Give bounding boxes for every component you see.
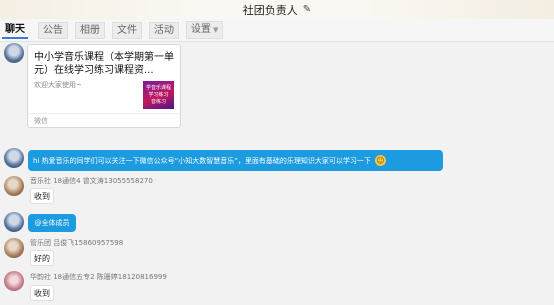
message-bubble[interactable]: 好的 bbox=[30, 250, 54, 266]
pencil-icon[interactable]: ✎ bbox=[303, 4, 311, 15]
avatar[interactable] bbox=[4, 238, 24, 258]
avatar[interactable] bbox=[4, 271, 24, 291]
shared-link-card[interactable]: 中小学音乐课程（本学期第一单元）在线学习练习课程资... 欢迎大家使用~ 学音乐… bbox=[27, 44, 181, 128]
tab-album[interactable]: 相册 bbox=[75, 21, 105, 39]
sender-name: 音乐社 18通信4 曾文涛13055558270 bbox=[30, 177, 153, 185]
message-text: @全体成员 bbox=[34, 219, 70, 227]
message-text: 好的 bbox=[34, 253, 50, 263]
group-title: 社团负责人 bbox=[242, 3, 298, 17]
message-bubble[interactable]: @全体成员 bbox=[28, 214, 76, 232]
avatar[interactable] bbox=[4, 212, 24, 232]
message-bubble[interactable]: 收到 bbox=[30, 285, 54, 301]
message-text: 收到 bbox=[34, 191, 50, 201]
card-source: 微信 bbox=[34, 117, 48, 125]
tab-activities[interactable]: 活动 bbox=[149, 21, 179, 39]
message-bubble[interactable]: hi 热爱音乐的同学们可以关注一下微信公众号“小知大数智慧音乐”，里面有基础的乐… bbox=[28, 150, 443, 171]
tab-settings-label: 设置 bbox=[191, 24, 211, 35]
thumb-text: 学习练习 bbox=[148, 91, 169, 98]
tab-files[interactable]: 文件 bbox=[112, 21, 142, 39]
message-text: hi 热爱音乐的同学们可以关注一下微信公众号“小知大数智慧音乐”，里面有基础的乐… bbox=[33, 156, 371, 165]
tab-announcements[interactable]: 公告 bbox=[38, 21, 68, 39]
tab-settings[interactable]: 设置 ▼ bbox=[186, 21, 224, 39]
message-bubble[interactable]: 收到 bbox=[30, 188, 54, 204]
avatar[interactable] bbox=[4, 176, 24, 196]
card-title: 中小学音乐课程（本学期第一单元）在线学习练习课程资... bbox=[34, 52, 174, 76]
window-titlebar: 社团负责人 ✎ bbox=[0, 0, 554, 19]
tab-chat[interactable]: 聊天 bbox=[2, 22, 28, 39]
sender-name: 管乐团 吕俊飞15860957598 bbox=[30, 239, 124, 247]
avatar[interactable] bbox=[4, 148, 24, 168]
card-thumbnail: 学音乐课程 学习练习 音练习 bbox=[143, 81, 174, 109]
tab-bar: 聊天 公告 相册 文件 活动 设置 ▼ bbox=[0, 19, 554, 42]
chevron-down-icon: ▼ bbox=[213, 26, 219, 34]
sender-name: 华韵社 18通信五专2 陈珊婷18120816999 bbox=[30, 273, 167, 281]
message-text: 收到 bbox=[34, 288, 50, 298]
card-description: 欢迎大家使用~ bbox=[34, 81, 82, 89]
card-divider bbox=[28, 113, 180, 114]
avatar[interactable] bbox=[4, 43, 24, 63]
thumb-text: 音练习 bbox=[150, 98, 166, 105]
thumb-text: 学音乐课程 bbox=[145, 84, 171, 91]
smile-emoji-icon: ☺ bbox=[374, 155, 386, 166]
